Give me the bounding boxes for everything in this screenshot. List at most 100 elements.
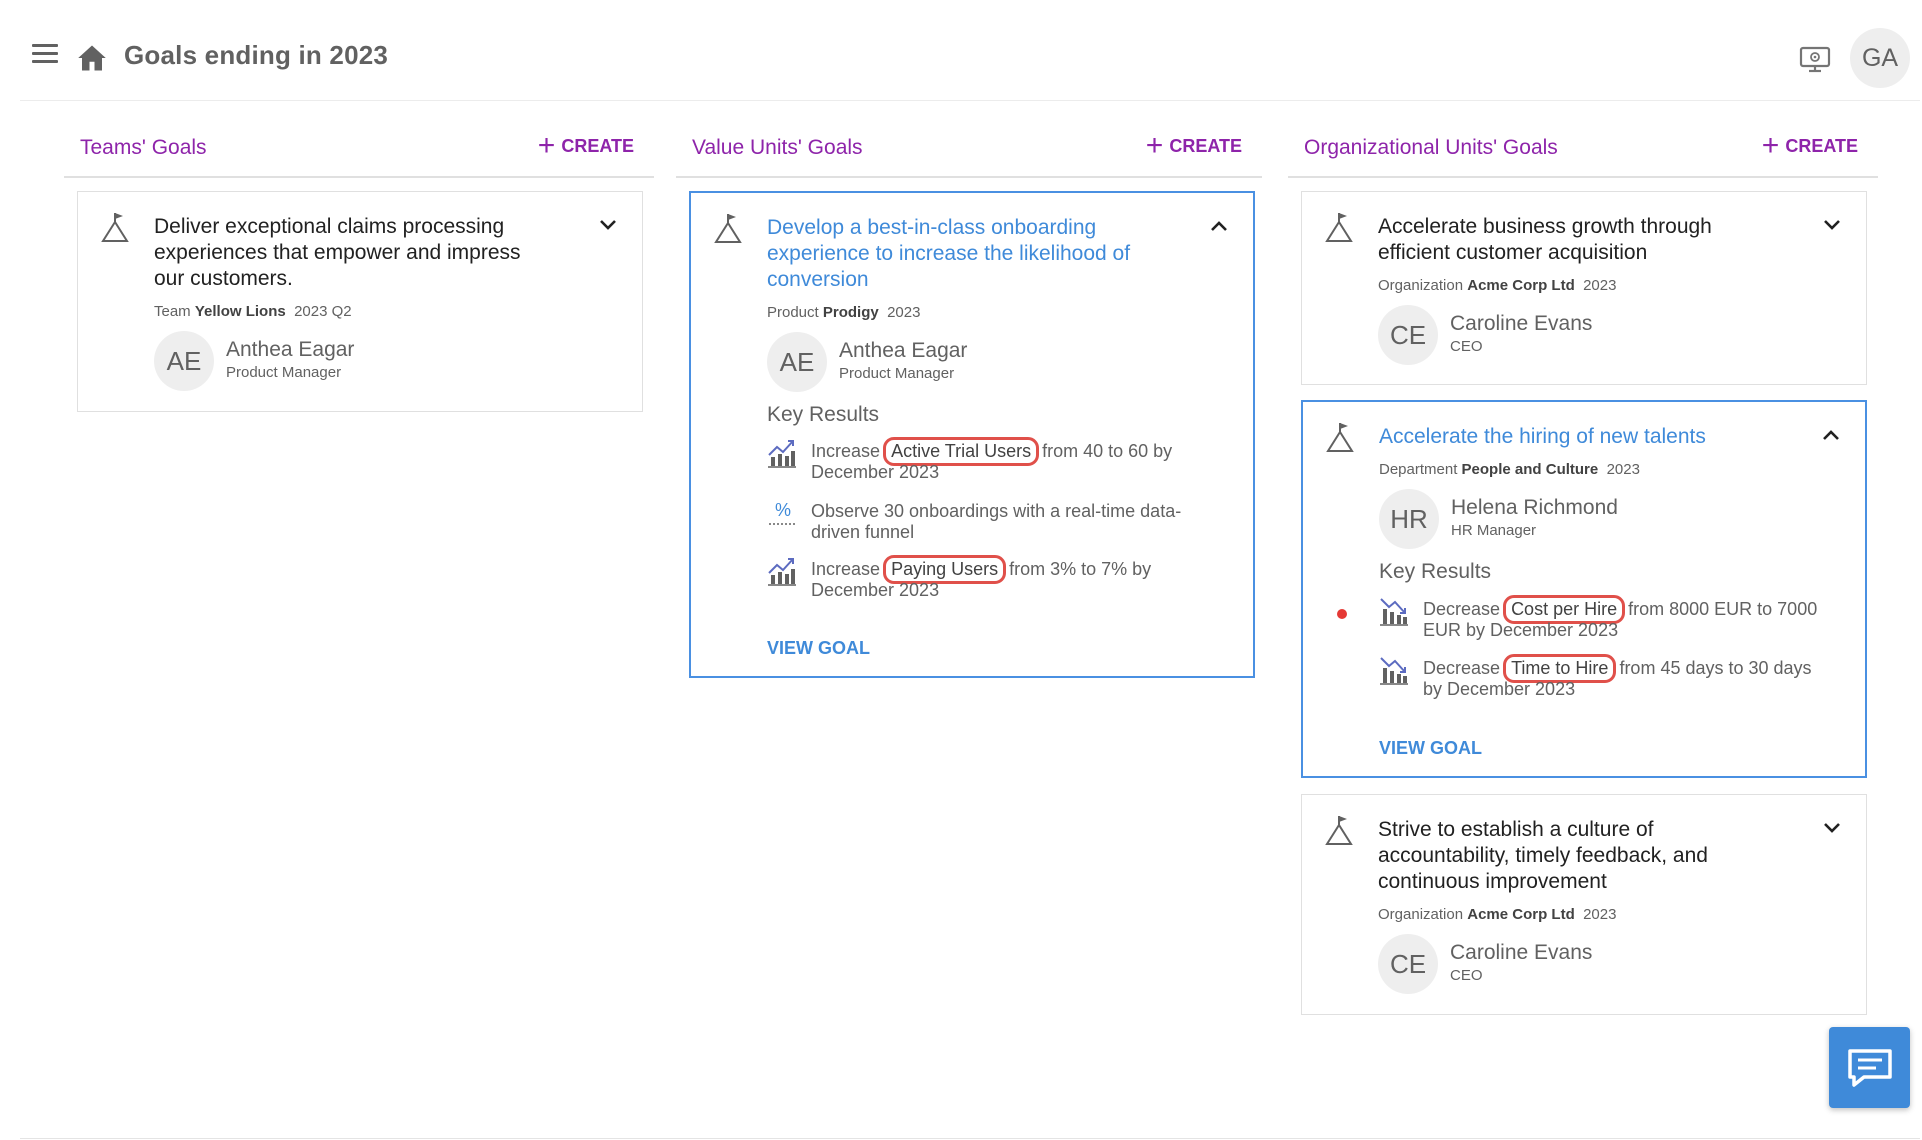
avatar: CE bbox=[1378, 934, 1438, 994]
user-avatar[interactable]: GA bbox=[1850, 28, 1910, 88]
menu-icon[interactable] bbox=[32, 44, 58, 66]
key-result-text: Increase Active Trial Users from 40 to 6… bbox=[811, 437, 1221, 483]
goal-title[interactable]: Accelerate business growth through effic… bbox=[1378, 214, 1778, 266]
create-team-goal-button[interactable]: + CREATE bbox=[537, 128, 634, 162]
chart-increase-icon bbox=[768, 440, 796, 468]
goal-meta: Organization Acme Corp Ltd 2023 bbox=[1378, 906, 1616, 923]
goal-title[interactable]: Strive to establish a culture of account… bbox=[1378, 817, 1778, 895]
svg-text:%: % bbox=[775, 500, 791, 520]
view-goal-button[interactable]: VIEW GOAL bbox=[1379, 738, 1482, 759]
chevron-down-icon[interactable] bbox=[598, 218, 618, 232]
chevron-down-icon[interactable] bbox=[1822, 218, 1842, 232]
goal-period: 2023 Q2 bbox=[294, 303, 352, 320]
create-label: CREATE bbox=[1785, 136, 1858, 156]
owner-role: HR Manager bbox=[1451, 522, 1537, 539]
goal-title[interactable]: Deliver exceptional claims processing ex… bbox=[154, 214, 554, 292]
column-header: Value Units' Goals + CREATE bbox=[676, 128, 1262, 178]
goal-card[interactable]: Develop a best-in-class onboarding exper… bbox=[689, 191, 1255, 678]
goal-card[interactable]: Strive to establish a culture of account… bbox=[1301, 794, 1867, 1015]
column-header: Organizational Units' Goals + CREATE bbox=[1288, 128, 1878, 178]
kr-verb: Increase bbox=[811, 559, 881, 579]
owner-name: Caroline Evans bbox=[1450, 941, 1593, 964]
kr-verb: Decrease bbox=[1423, 658, 1501, 678]
goal-card[interactable]: Accelerate the hiring of new talents Dep… bbox=[1301, 400, 1867, 778]
plus-icon: + bbox=[537, 128, 556, 162]
owner-role: CEO bbox=[1450, 338, 1483, 355]
unit-name: Yellow Lions bbox=[194, 303, 286, 320]
owner-role: Product Manager bbox=[226, 364, 342, 381]
goal-flag-icon bbox=[1325, 816, 1353, 845]
unit-name: Prodigy bbox=[822, 304, 879, 321]
goal-flag-icon bbox=[1326, 423, 1354, 452]
create-org-unit-goal-button[interactable]: + CREATE bbox=[1761, 128, 1858, 162]
presentation-icon[interactable] bbox=[1799, 45, 1831, 73]
goal-flag-icon bbox=[101, 213, 129, 242]
create-label: CREATE bbox=[1169, 136, 1242, 156]
key-result-text: Increase Paying Users from 3% to 7% by D… bbox=[811, 555, 1221, 601]
plus-icon: + bbox=[1761, 128, 1780, 162]
chat-button[interactable] bbox=[1829, 1027, 1910, 1108]
create-label: CREATE bbox=[561, 136, 634, 156]
percent-icon: % bbox=[769, 500, 795, 525]
plus-icon: + bbox=[1145, 128, 1164, 162]
unit-type: Department bbox=[1379, 461, 1458, 478]
owner-role: CEO bbox=[1450, 967, 1483, 984]
goal-title[interactable]: Accelerate the hiring of new talents bbox=[1379, 424, 1819, 450]
goal-meta: Department People and Culture 2023 bbox=[1379, 461, 1640, 478]
avatar: CE bbox=[1378, 305, 1438, 365]
owner-role: Product Manager bbox=[839, 365, 955, 382]
key-result-text: Decrease Time to Hire from 45 days to 30… bbox=[1423, 654, 1833, 700]
key-result-text: Observe 30 onboardings with a real-time … bbox=[811, 501, 1182, 542]
column-title: Teams' Goals bbox=[80, 136, 207, 159]
owner-name: Helena Richmond bbox=[1451, 496, 1618, 519]
create-value-unit-goal-button[interactable]: + CREATE bbox=[1145, 128, 1242, 162]
unit-name: Acme Corp Ltd bbox=[1467, 277, 1575, 294]
key-results-heading: Key Results bbox=[767, 403, 880, 426]
unit-type: Product bbox=[767, 304, 819, 321]
column-header: Teams' Goals + CREATE bbox=[64, 128, 654, 178]
goal-card[interactable]: Accelerate business growth through effic… bbox=[1301, 191, 1867, 385]
chart-decrease-icon bbox=[1380, 657, 1408, 685]
page-title: Goals ending in 2023 bbox=[124, 40, 389, 70]
chevron-up-icon[interactable] bbox=[1209, 219, 1229, 233]
goal-card[interactable]: Deliver exceptional claims processing ex… bbox=[77, 191, 643, 412]
goal-meta: Product Prodigy 2023 bbox=[767, 304, 920, 321]
org-units-goals-column: Organizational Units' Goals + CREATE bbox=[1288, 128, 1878, 178]
goal-period: 2023 bbox=[1583, 906, 1617, 923]
chevron-up-icon[interactable] bbox=[1821, 428, 1841, 442]
goal-period: 2023 bbox=[887, 304, 921, 321]
top-bar: Goals ending in 2023 GA bbox=[20, 0, 1920, 101]
owner-name: Anthea Eagar bbox=[226, 338, 355, 361]
unit-type: Team bbox=[154, 303, 191, 320]
view-goal-button[interactable]: VIEW GOAL bbox=[767, 638, 870, 659]
kr-verb: Increase bbox=[811, 441, 881, 461]
goal-period: 2023 bbox=[1583, 277, 1617, 294]
key-result-text: Decrease Cost per Hire from 8000 EUR to … bbox=[1423, 595, 1833, 641]
chat-icon bbox=[1847, 1048, 1892, 1087]
owner-name: Caroline Evans bbox=[1450, 312, 1593, 335]
kr-verb: Decrease bbox=[1423, 599, 1501, 619]
unit-name: Acme Corp Ltd bbox=[1467, 906, 1575, 923]
home-icon[interactable] bbox=[77, 44, 107, 72]
key-results-heading: Key Results bbox=[1379, 560, 1492, 583]
status-indicator bbox=[1337, 609, 1347, 619]
owner-name: Anthea Eagar bbox=[839, 339, 968, 362]
app-window: Goals ending in 2023 GA Teams' Goals + CR… bbox=[20, 0, 1920, 1139]
column-title: Value Units' Goals bbox=[692, 136, 863, 159]
chart-decrease-icon bbox=[1380, 598, 1408, 626]
goal-flag-icon bbox=[714, 214, 742, 243]
avatar: AE bbox=[767, 332, 827, 392]
unit-type: Organization bbox=[1378, 277, 1464, 294]
unit-type: Organization bbox=[1378, 906, 1464, 923]
avatar: AE bbox=[154, 331, 214, 391]
goal-meta: Team Yellow Lions 2023 Q2 bbox=[154, 303, 352, 320]
goal-title[interactable]: Develop a best-in-class onboarding exper… bbox=[767, 215, 1167, 293]
value-units-goals-column: Value Units' Goals + CREATE bbox=[676, 128, 1262, 178]
column-title: Organizational Units' Goals bbox=[1304, 136, 1558, 159]
unit-name: People and Culture bbox=[1461, 461, 1599, 478]
teams-goals-column: Teams' Goals + CREATE bbox=[64, 128, 654, 178]
chevron-down-icon[interactable] bbox=[1822, 821, 1842, 835]
avatar: HR bbox=[1379, 489, 1439, 549]
goal-meta: Organization Acme Corp Ltd 2023 bbox=[1378, 277, 1616, 294]
chart-increase-icon bbox=[768, 558, 796, 586]
